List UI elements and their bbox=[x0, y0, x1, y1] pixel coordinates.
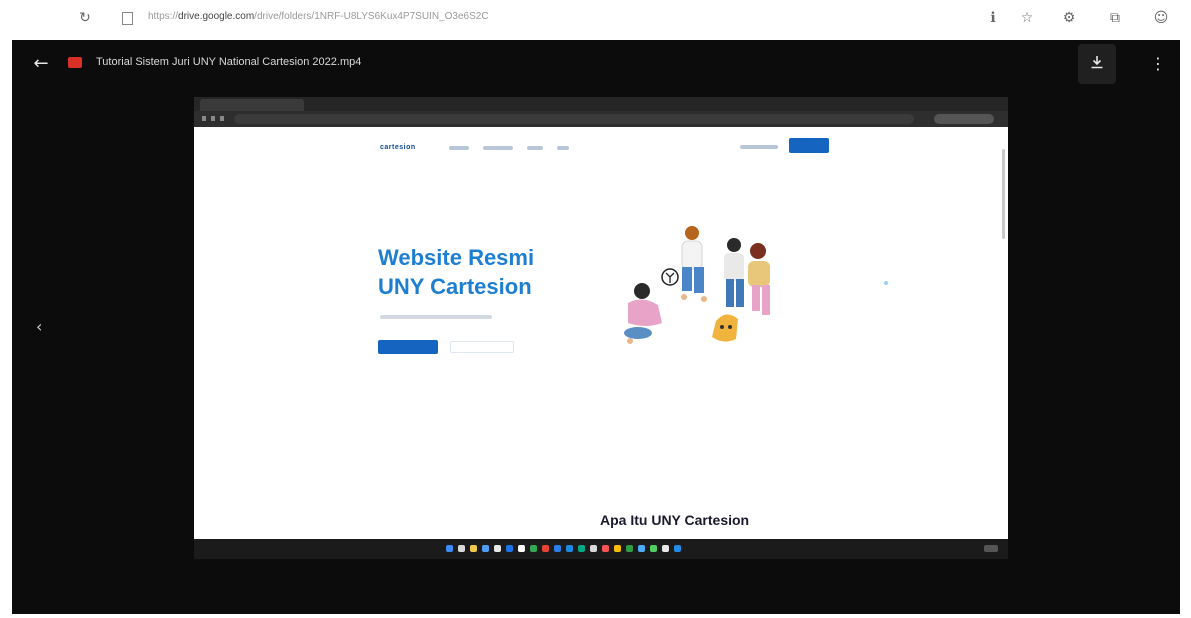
taskbar-icon bbox=[626, 545, 633, 552]
recorded-browser-tabs bbox=[194, 97, 1008, 111]
site-nav-item bbox=[527, 146, 543, 150]
section-title: Apa Itu UNY Cartesion bbox=[600, 512, 750, 528]
page-icon[interactable] bbox=[118, 9, 136, 27]
hero-subtitle bbox=[380, 315, 492, 319]
taskbar-icon bbox=[530, 545, 537, 552]
taskbar-icon bbox=[494, 545, 501, 552]
site-nav-item bbox=[449, 146, 469, 150]
file-title: Tutorial Sistem Juri UNY National Cartes… bbox=[96, 56, 362, 68]
profile-icon[interactable]: ☺ bbox=[1152, 9, 1170, 27]
reader-icon[interactable]: ℹ bbox=[984, 9, 1002, 27]
taskbar-icon bbox=[542, 545, 549, 552]
taskbar-icon bbox=[566, 545, 573, 552]
start-icon bbox=[446, 545, 453, 552]
hero-title: Website Resmi UNY Cartesion bbox=[378, 243, 534, 301]
recorded-tab bbox=[200, 99, 304, 111]
hero-primary-button bbox=[378, 340, 438, 354]
site-nav bbox=[449, 144, 569, 150]
taskbar-icon bbox=[602, 545, 609, 552]
hero-title-line2: UNY Cartesion bbox=[378, 274, 532, 299]
video-player[interactable]: cartesion Website Resmi UNY Cartesion Ap… bbox=[194, 97, 1008, 559]
taskbar-icon bbox=[614, 545, 621, 552]
chevron-left-icon[interactable]: ‹ bbox=[36, 317, 42, 336]
site-register-button bbox=[789, 138, 829, 153]
hero-title-line1: Website Resmi bbox=[378, 245, 535, 270]
site-scrollbar bbox=[1002, 149, 1005, 239]
recorded-address-bar bbox=[194, 111, 1008, 127]
site-login-link bbox=[740, 145, 778, 149]
url-path: /drive/folders/1NRF-U8LYS6Kux4P7SUIN_O3e… bbox=[254, 11, 489, 22]
children-illustration bbox=[624, 226, 770, 344]
recorded-url-field bbox=[234, 114, 914, 124]
recorded-nav-buttons bbox=[202, 116, 226, 121]
hero-secondary-button bbox=[450, 341, 514, 353]
recorded-website: cartesion Website Resmi UNY Cartesion Ap… bbox=[194, 127, 1008, 539]
taskbar-icon bbox=[674, 545, 681, 552]
arrow-left-icon[interactable]: ← bbox=[30, 52, 52, 74]
browser-toolbar: ↻ https://drive.google.com/drive/folders… bbox=[0, 0, 1191, 36]
taskbar-icon bbox=[578, 545, 585, 552]
more-vert-icon[interactable]: ⋮ bbox=[1148, 52, 1168, 74]
site-logo: cartesion bbox=[380, 144, 416, 151]
taskbar-icon bbox=[458, 545, 465, 552]
download-icon bbox=[1090, 55, 1104, 73]
taskbar-icon bbox=[506, 545, 513, 552]
taskbar-icon bbox=[590, 545, 597, 552]
taskbar-icon bbox=[482, 545, 489, 552]
site-nav-item bbox=[557, 146, 569, 150]
taskbar-icon bbox=[638, 545, 645, 552]
recorded-profile bbox=[934, 114, 994, 124]
recorded-taskbar bbox=[194, 539, 1008, 559]
viewer-header: ← Tutorial Sistem Juri UNY National Cart… bbox=[12, 40, 1180, 88]
taskbar-icon bbox=[662, 545, 669, 552]
video-file-icon bbox=[68, 57, 82, 68]
url-prefix: https:// bbox=[148, 11, 179, 22]
taskbar-icon bbox=[554, 545, 561, 552]
site-nav-item bbox=[483, 146, 513, 150]
bookmark-icon[interactable]: ☆ bbox=[1018, 9, 1036, 27]
taskbar-icon bbox=[650, 545, 657, 552]
url-host: drive.google.com bbox=[178, 11, 255, 22]
taskbar-icon bbox=[518, 545, 525, 552]
taskbar-icon bbox=[470, 545, 477, 552]
collections-icon[interactable]: ⧉ bbox=[1106, 9, 1124, 27]
taskbar-clock bbox=[984, 545, 998, 552]
address-bar[interactable]: https://drive.google.com/drive/folders/1… bbox=[148, 11, 489, 22]
extensions-icon[interactable]: ⚙ bbox=[1060, 9, 1078, 27]
refresh-icon[interactable]: ↻ bbox=[76, 9, 94, 27]
drive-video-viewer: ← Tutorial Sistem Juri UNY National Cart… bbox=[12, 40, 1180, 614]
decorative-dot bbox=[884, 281, 888, 285]
download-button[interactable] bbox=[1078, 44, 1116, 84]
